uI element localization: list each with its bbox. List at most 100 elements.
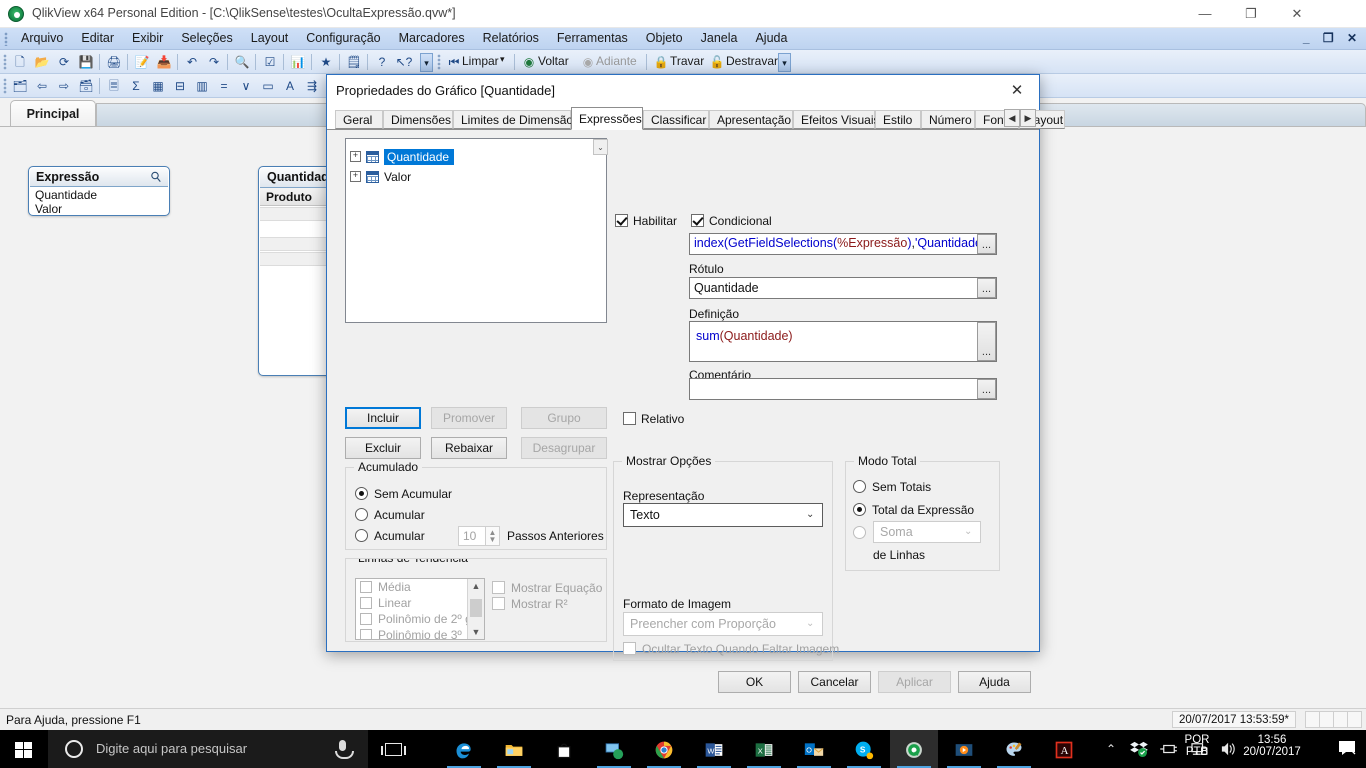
expand-icon[interactable]: + (350, 151, 361, 163)
relativo-checkbox[interactable] (623, 412, 636, 425)
button-icon[interactable]: ▭ (258, 77, 278, 95)
condicional-checkbox[interactable] (691, 214, 704, 227)
slider-icon[interactable]: ⇶ (302, 77, 322, 95)
rotulo-ellipsis-button[interactable]: ... (977, 278, 996, 298)
stepper-down-icon[interactable]: ▼ (486, 535, 499, 544)
window-minimize-button[interactable]: — (1182, 0, 1228, 28)
taskbar-app-acrobat-reader[interactable]: A (1040, 730, 1088, 768)
clock[interactable]: 13:56 20/07/2017 (1222, 734, 1322, 758)
menu-item-arquivo[interactable]: Arquivo (12, 28, 72, 48)
window-close-button[interactable]: ✕ (1274, 0, 1320, 28)
menu-item-editar[interactable]: Editar (72, 28, 123, 48)
scroll-up-icon[interactable]: ▲ (468, 579, 484, 593)
taskbar-app-excel[interactable]: X (740, 730, 788, 768)
unlock-icon[interactable]: 🔓 (707, 53, 727, 71)
expression-tree[interactable]: + Quantidade + Valor (345, 138, 607, 323)
input-box-icon[interactable]: = (214, 77, 234, 95)
open-icon[interactable]: 📂 (32, 53, 52, 71)
incluir-button[interactable]: Incluir (345, 407, 421, 429)
reload-icon[interactable]: ⟳ (54, 53, 74, 71)
rotulo-input[interactable]: Quantidade (689, 277, 997, 299)
list-box-icon[interactable]: 🗏 (104, 77, 124, 95)
main-toolbar-overflow[interactable]: ▾ (420, 53, 433, 72)
condicional-expression-ellipsis-button[interactable]: ... (977, 234, 996, 254)
tab-geral[interactable]: Geral (335, 110, 383, 129)
trendline-list[interactable]: Média Linear Polinômio de 2º gra Polinôm… (355, 578, 485, 640)
magnifier-icon[interactable] (150, 171, 162, 184)
stepper-buttons[interactable]: ▲ ▼ (485, 527, 499, 545)
clear-dropdown-arrow[interactable]: ▾ (500, 54, 505, 65)
expand-icon[interactable]: + (350, 171, 361, 183)
statistics-box-icon[interactable]: Σ (126, 77, 146, 95)
usb-icon[interactable] (1160, 742, 1178, 756)
menu-item-objeto[interactable]: Objeto (637, 28, 692, 48)
tab-dimensoes[interactable]: Dimensões (383, 110, 453, 129)
taskbar-app-media-player[interactable] (940, 730, 988, 768)
sem-acumular-radio[interactable] (355, 487, 368, 500)
select-icon[interactable]: ☑ (260, 53, 280, 71)
taskbar-app-remote-desktop[interactable] (590, 730, 638, 768)
search-input[interactable]: Digite aqui para pesquisar (48, 730, 368, 768)
new-sheet-icon[interactable]: 🗂 (10, 77, 30, 95)
language-indicator[interactable]: POR PTB (1180, 734, 1214, 758)
action-center-icon[interactable] (1338, 740, 1358, 757)
tab-apresentacao[interactable]: Apresentação (709, 110, 793, 129)
close-icon[interactable]: ✕ (995, 75, 1039, 106)
forward-sheet-icon[interactable]: ⇨ (54, 77, 74, 95)
menu-item-exibir[interactable]: Exibir (123, 28, 172, 48)
taskbar-app-paint[interactable] (990, 730, 1038, 768)
sheet-tab-principal[interactable]: Principal (10, 100, 96, 126)
table-box-icon[interactable]: ▦ (148, 77, 168, 95)
taskbar-app-chrome[interactable] (640, 730, 688, 768)
taskbar-app-file-explorer[interactable] (490, 730, 538, 768)
expression-tree-item-valor[interactable]: + Valor (350, 167, 411, 185)
search-icon[interactable]: 🔍 (232, 53, 252, 71)
help-icon[interactable]: ? (372, 53, 392, 71)
taskbar-app-word[interactable]: W (690, 730, 738, 768)
rebaixar-button[interactable]: Rebaixar (431, 437, 507, 459)
sem-totais-radio[interactable] (853, 480, 866, 493)
acumular-full-radio[interactable] (355, 508, 368, 521)
expression-tree-item-quantidade[interactable]: + Quantidade (350, 147, 455, 165)
expression-tree-scroll-down[interactable]: ⌄ (593, 139, 608, 155)
undo-icon[interactable]: ↶ (182, 53, 202, 71)
new-icon[interactable]: 🗋 (10, 53, 30, 71)
taskbar-app-skype[interactable]: S (840, 730, 888, 768)
comentario-input[interactable] (689, 378, 997, 400)
text-object-icon[interactable]: A (280, 77, 300, 95)
lock-icon[interactable]: 🔒 (651, 53, 671, 71)
lock-label[interactable]: Travar (670, 54, 704, 68)
back-sheet-icon[interactable]: ⇦ (32, 77, 52, 95)
clear-label[interactable]: Limpar (462, 54, 499, 68)
favorite-icon[interactable]: ★ (316, 53, 336, 71)
notes-icon[interactable]: 🗒 (344, 53, 364, 71)
representacao-select[interactable]: Texto ⌄ (623, 503, 823, 527)
trendline-scrollbar[interactable]: ▲ ▼ (467, 579, 484, 639)
taskbar-app-qlikview[interactable] (890, 730, 938, 768)
save-icon[interactable]: 💾 (76, 53, 96, 71)
tab-scroll-left-button[interactable]: ◀ (1004, 109, 1020, 127)
tray-chevron-icon[interactable]: ⌃ (1106, 742, 1116, 756)
scroll-down-icon[interactable]: ▼ (468, 625, 484, 639)
load-data-icon[interactable]: 📥 (154, 53, 174, 71)
definicao-expression-field[interactable]: sum(Quantidade) (689, 321, 997, 362)
whats-this-icon[interactable]: ↖? (394, 53, 414, 71)
ajuda-button[interactable]: Ajuda (958, 671, 1031, 693)
tab-limites-de-dimensao[interactable]: Limites de Dimensão (453, 110, 573, 129)
list-item[interactable]: Quantidade (30, 188, 168, 202)
polinomio-3-checkbox[interactable] (360, 629, 372, 639)
back-arrow-icon[interactable]: ◉ (519, 53, 539, 71)
menu-item-configura-o[interactable]: Configuração (297, 28, 389, 48)
print-icon[interactable]: 🖨 (104, 53, 124, 71)
menu-item-marcadores[interactable]: Marcadores (390, 28, 474, 48)
acumular-steps-radio[interactable] (355, 529, 368, 542)
total-da-expressao-radio[interactable] (853, 503, 866, 516)
quick-chart-icon[interactable]: 📊 (288, 53, 308, 71)
condicional-expression-field[interactable]: index(GetFieldSelections(%Expressão),'Qu… (689, 233, 997, 255)
clear-icon[interactable]: ⏮ (444, 53, 464, 71)
mdi-window-controls[interactable]: _ ❐ ✕ (1303, 31, 1362, 45)
tab-estilo[interactable]: Estilo (875, 110, 921, 129)
scrollbar-thumb[interactable] (470, 599, 482, 617)
back-label[interactable]: Voltar (538, 54, 569, 68)
passos-anteriores-stepper[interactable]: 10 ▲ ▼ (458, 526, 500, 546)
